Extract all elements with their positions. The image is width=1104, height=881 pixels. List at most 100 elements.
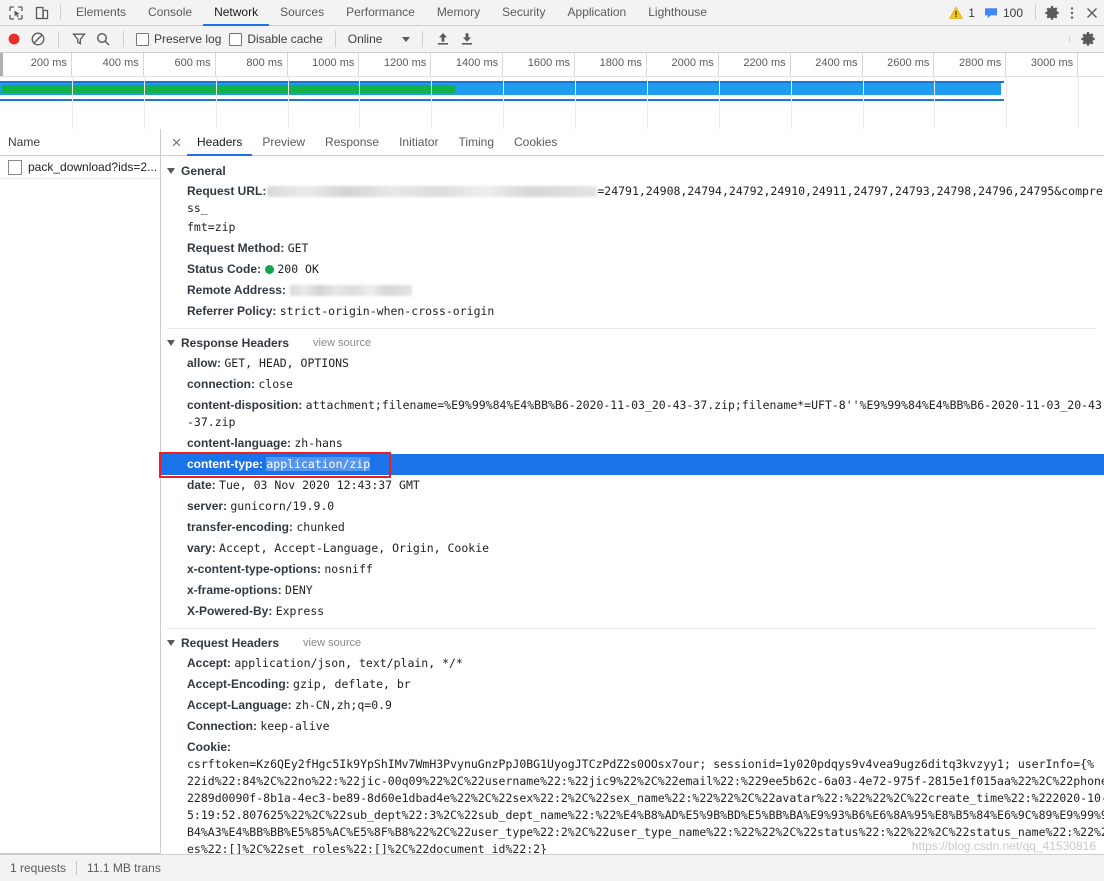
request-header-accept-encoding: Accept-Encoding: gzip, deflate, br <box>161 674 1104 695</box>
toolbar-divider <box>60 5 61 20</box>
preserve-log-checkbox[interactable]: Preserve log <box>136 32 221 46</box>
tab-label: Sources <box>280 5 325 19</box>
request-detail-tabs: Headers Preview Response Initiator Timin… <box>161 129 1104 156</box>
throttling-select[interactable]: Online <box>348 32 411 46</box>
cookie-line: csrftoken=Kz6QEy2fHgc5Ik9YpShIMv7WmH3Pvy… <box>187 757 1094 771</box>
request-list-item[interactable]: pack_download?ids=2... <box>0 156 160 179</box>
row-value: keep-alive <box>260 719 330 733</box>
disable-cache-checkbox[interactable]: Disable cache <box>229 32 323 46</box>
tab-memory[interactable]: Memory <box>426 0 491 26</box>
watermark-text: https://blog.csdn.net/qq_41530816 <box>911 839 1096 853</box>
response-header-content-language: content-language: zh-hans <box>161 433 1104 454</box>
ruler-gridline <box>431 76 433 129</box>
redacted-address-block <box>289 285 412 297</box>
row-value: Express <box>275 604 325 618</box>
row-label: Status Code: <box>187 262 262 276</box>
import-har-icon[interactable] <box>435 31 451 47</box>
tab-console[interactable]: Console <box>137 0 203 26</box>
device-toolbar-icon[interactable] <box>34 5 50 21</box>
row-label: content-disposition: <box>187 398 303 412</box>
tab-label: Lighthouse <box>648 5 707 19</box>
response-header-content-type[interactable]: content-type: application/zip <box>161 454 1104 475</box>
close-icon[interactable] <box>1084 5 1100 21</box>
more-options-icon[interactable] <box>1064 5 1080 21</box>
status-dot-icon <box>265 265 275 274</box>
response-header-vary: vary: Accept, Accept-Language, Origin, C… <box>161 538 1104 559</box>
network-main: Name pack_download?ids=2... Headers Prev… <box>0 129 1104 854</box>
row-label: Request Method: <box>187 241 285 255</box>
export-har-icon[interactable] <box>459 31 475 47</box>
ruler-tick: 3000 ms <box>0 53 1079 76</box>
tab-lighthouse[interactable]: Lighthouse <box>637 0 718 26</box>
row-value: application/zip <box>266 457 371 471</box>
section-divider <box>167 628 1096 629</box>
ruler-gridline <box>71 76 73 129</box>
response-header-transfer-encoding: transfer-encoding: chunked <box>161 517 1104 538</box>
gear-icon[interactable] <box>1044 5 1060 21</box>
row-label: content-language: <box>187 436 291 450</box>
ruler-gridline <box>287 76 289 129</box>
toolbar-divider <box>422 31 424 47</box>
row-label: Cookie: <box>187 740 232 754</box>
close-icon[interactable] <box>165 129 187 155</box>
row-label: Accept-Encoding: <box>187 677 290 691</box>
network-overview[interactable]: 200 ms 400 ms 600 ms 800 ms 1000 ms 1200 ms 14… <box>0 53 1104 130</box>
tab-sources[interactable]: Sources <box>269 0 335 26</box>
headers-content[interactable]: General Request URL: =24791,24908,24794,2… <box>161 156 1104 854</box>
tab-label: Memory <box>436 5 481 19</box>
view-source-link[interactable]: view source <box>313 337 371 349</box>
row-value: GET, HEAD, OPTIONS <box>224 356 349 370</box>
row-label: content-type: <box>187 457 263 471</box>
row-value: attachment;filename=%E9%99%84%E4%BB%B6-2… <box>187 398 1102 429</box>
checkbox-box <box>229 32 243 46</box>
tab-preview[interactable]: Preview <box>252 129 315 156</box>
request-header-cookie: Cookie: csrftoken=Kz6QEy2fHgc5Ik9YpShIMv7… <box>161 737 1104 773</box>
section-request-headers[interactable]: Request Headers view source <box>161 634 1104 653</box>
clear-icon[interactable] <box>30 31 46 47</box>
tab-cookies[interactable]: Cookies <box>504 129 567 156</box>
row-value: DENY <box>285 583 313 597</box>
tab-security[interactable]: Security <box>491 0 556 26</box>
network-status-bar: 1 requests 11.1 MB trans <box>0 854 1104 881</box>
cookie-line: 22id%22:84%2C%22no%22:%22jic-00q09%22%2C… <box>187 774 1104 788</box>
column-header-name: Name <box>8 135 41 149</box>
filter-icon[interactable] <box>71 31 87 47</box>
cookie-line: 5:19:52.807625%22%2C%22sub_dept%22:3%2C%… <box>187 808 1104 822</box>
gear-icon[interactable] <box>1080 31 1096 47</box>
ruler-tick-label: 3000 ms <box>1030 57 1074 69</box>
network-control-bar: Preserve log Disable cache Online <box>0 26 1104 53</box>
tab-performance[interactable]: Performance <box>335 0 426 26</box>
warning-counter[interactable]: 1 <box>948 5 979 21</box>
tab-initiator[interactable]: Initiator <box>389 129 448 156</box>
section-title-label: General <box>181 164 226 178</box>
search-icon[interactable] <box>95 31 111 47</box>
row-label: transfer-encoding: <box>187 520 294 534</box>
record-icon[interactable] <box>6 31 22 47</box>
controlbar-right <box>1065 31 1098 47</box>
tab-application[interactable]: Application <box>557 0 638 26</box>
redacted-url-block <box>267 186 598 198</box>
tab-label: Security <box>502 5 546 19</box>
tab-response[interactable]: Response <box>315 129 389 156</box>
request-list-header[interactable]: Name <box>0 129 160 156</box>
view-source-link[interactable]: view source <box>303 637 361 649</box>
row-value: gzip, deflate, br <box>293 677 411 691</box>
tab-timing[interactable]: Timing <box>448 129 504 156</box>
tab-headers[interactable]: Headers <box>187 129 253 156</box>
tab-label: Timing <box>458 134 495 149</box>
section-response-headers[interactable]: Response Headers view source <box>161 334 1104 353</box>
toolbar-divider <box>58 31 59 47</box>
tab-elements[interactable]: Elements <box>65 0 137 26</box>
row-label: Accept: <box>187 656 232 670</box>
ruler-gridline <box>718 76 720 129</box>
section-title-label: Response Headers <box>181 336 290 350</box>
section-general[interactable]: General <box>161 162 1104 181</box>
inspect-element-icon[interactable] <box>8 5 24 21</box>
request-header-accept: Accept: application/json, text/plain, */… <box>161 653 1104 674</box>
response-header-allow: allow: GET, HEAD, OPTIONS <box>161 353 1104 374</box>
tab-network[interactable]: Network <box>203 0 270 26</box>
overview-green-bar <box>2 85 455 93</box>
row-label: Request URL: <box>187 184 267 198</box>
message-counter[interactable]: 100 <box>983 5 1027 21</box>
row-label: X-Powered-By: <box>187 604 273 618</box>
